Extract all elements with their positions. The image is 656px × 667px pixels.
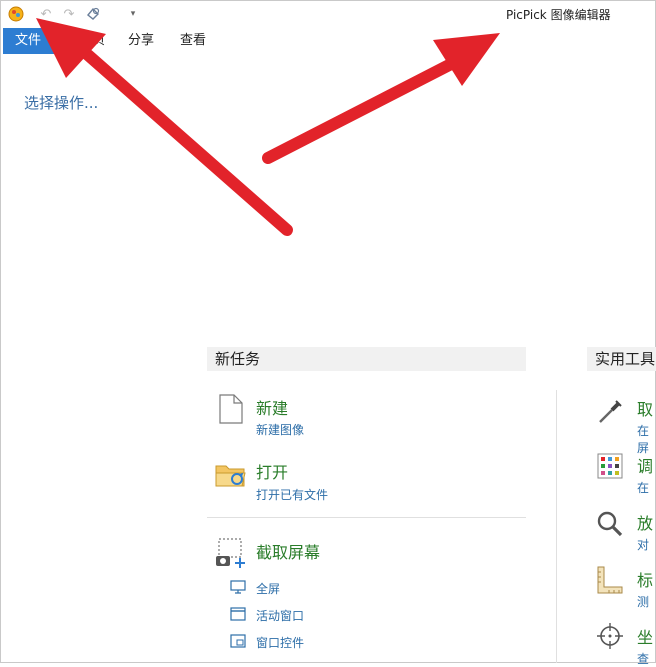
window-control-icon <box>230 634 246 648</box>
ribbon-tabs: 文件 页 分享 查看 <box>0 28 656 54</box>
new-file-icon <box>219 394 243 424</box>
annotation-arrows <box>36 18 500 236</box>
app-title: PicPick 图像编辑器 <box>506 8 611 22</box>
tab-share[interactable]: 分享 <box>128 28 154 54</box>
tool-crosshair-subtitle: 查 <box>637 652 650 666</box>
active-window-label: 活动窗口 <box>256 609 305 623</box>
tool-crosshair-title: 坐 <box>637 628 654 647</box>
palette-grid-icon <box>597 453 623 479</box>
new-item-title: 新建 <box>256 399 289 418</box>
tools-header: 实用工具 <box>587 347 656 371</box>
tab-file[interactable]: 文件 <box>3 28 59 54</box>
redo-icon[interactable]: ↷ <box>60 5 78 23</box>
window-control-label: 窗口控件 <box>256 636 305 650</box>
window-frame <box>0 0 656 663</box>
ruler-icon <box>597 566 623 594</box>
crosshair-icon <box>597 623 623 649</box>
eyedropper-icon <box>599 400 622 423</box>
tool-magnifier-subtitle: 对 <box>637 538 650 552</box>
tool-color-picker-title: 取 <box>637 400 654 419</box>
tool-magnifier-title: 放 <box>637 514 654 533</box>
section-divider <box>207 517 526 518</box>
customize-toolbar-icon[interactable]: ▾ <box>124 5 142 23</box>
fullscreen-label: 全屏 <box>256 582 281 596</box>
screen-capture-icon <box>216 538 245 568</box>
new-task-header: 新任务 <box>207 347 526 371</box>
capture-screen-title: 截取屏幕 <box>256 543 321 562</box>
tab-page[interactable]: 页 <box>92 28 105 54</box>
tool-color-palette-subtitle: 在 <box>637 481 650 495</box>
tool-color-palette-title: 调 <box>637 457 654 476</box>
window-icon <box>230 607 246 621</box>
open-folder-icon <box>215 465 246 487</box>
column-divider <box>556 390 557 663</box>
tool-ruler-title: 标 <box>637 571 654 590</box>
undo-icon[interactable]: ↶ <box>37 5 55 23</box>
tool-ruler-subtitle: 测 <box>637 595 650 609</box>
tool-color-picker-subtitle: 在屏 <box>637 424 650 455</box>
monitor-icon <box>230 580 246 594</box>
magnifier-icon <box>597 511 623 537</box>
quick-access-toolbar: ↶ ↷ ▾ PicPick 图像编辑器 <box>0 0 656 28</box>
select-action-prompt: 选择操作... <box>24 94 99 112</box>
new-item-subtitle: 新建图像 <box>256 423 305 437</box>
share-icon[interactable] <box>84 5 102 23</box>
open-item-title: 打开 <box>256 463 289 482</box>
open-item-subtitle: 打开已有文件 <box>256 488 329 502</box>
app-logo-icon[interactable] <box>7 5 25 23</box>
tab-view[interactable]: 查看 <box>180 28 206 54</box>
